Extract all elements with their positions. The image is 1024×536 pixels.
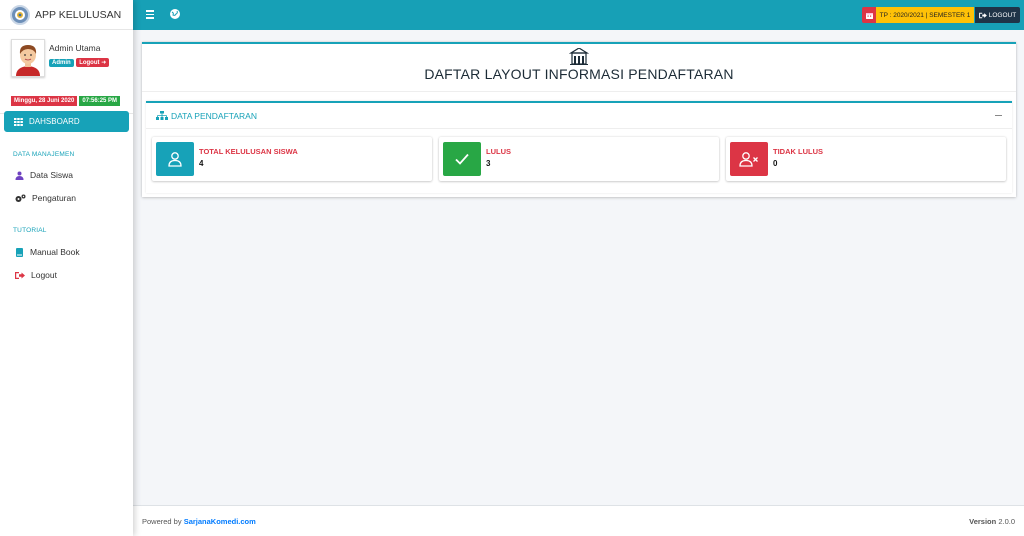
info-box-tidak-lulus-value: 0 (773, 159, 778, 168)
date-badge: Minggu, 28 Juni 2020 (11, 96, 78, 106)
sidebar-item-manual-book-label: Manual Book (30, 247, 80, 257)
school-icon (569, 48, 589, 65)
logout-button-label: LOGOUT (988, 11, 1017, 19)
version-label: Version (969, 516, 997, 526)
footer: Powered by SarjanaKomedi.com Version 2.0… (133, 505, 1024, 536)
version-value: 2.0.0 (998, 516, 1015, 526)
globe-icon[interactable] (170, 9, 180, 19)
logout-badge-label: Logout (79, 60, 100, 66)
datetime: Minggu, 28 Juni 2020 07:56:25 PM (11, 96, 121, 106)
top-navbar: TP : 2020/2021 | SEMESTER 1 LOGOUT (133, 0, 1024, 30)
sidebar-item-manual-book[interactable]: Manual Book (15, 247, 80, 257)
info-box-tidak-lulus-label: TIDAK LULUS (773, 147, 823, 156)
powered-by-link[interactable]: SarjanaKomedi.com (184, 517, 256, 526)
user-name: Admin Utama (49, 43, 101, 53)
info-box-tidak-lulus: TIDAK LULUS 0 (726, 137, 1006, 181)
page-title: DAFTAR LAYOUT INFORMASI PENDAFTARAN (424, 66, 734, 82)
info-box-total-label: TOTAL KELULUSAN SISWA (199, 147, 298, 156)
calendar-icon (862, 7, 876, 23)
brand[interactable]: APP KELULUSAN (0, 0, 133, 30)
cogs-icon (15, 194, 26, 202)
sitemap-icon (156, 111, 168, 120)
time-badge: 07:56:25 PM (79, 96, 121, 106)
info-box-lulus: LULUS 3 (439, 137, 719, 181)
nav-header-tutorial: TUTORIAL (13, 227, 47, 234)
info-box-lulus-value: 3 (486, 159, 491, 168)
sidebar-item-dashboard[interactable]: DAHSBOARD (4, 111, 129, 132)
nav-header-data-manajemen: DATA MANAJEMEN (13, 151, 75, 158)
powered-by: Powered by SarjanaKomedi.com (142, 517, 256, 526)
sidebar-item-pengaturan[interactable]: Pengaturan (15, 193, 76, 203)
sidebar-item-dashboard-label: DAHSBOARD (29, 117, 80, 126)
powered-by-prefix: Powered by (142, 516, 182, 526)
hamburger-menu-icon[interactable] (146, 10, 154, 19)
sign-out-icon (15, 271, 25, 279)
role-badge: Admin (49, 59, 74, 67)
info-box-total-value: 4 (199, 159, 204, 168)
sidebar-item-data-siswa[interactable]: Data Siswa (15, 170, 73, 180)
sidebar-item-logout[interactable]: Logout (15, 270, 57, 280)
data-pendaftaran-panel: DATA PENDAFTARAN TOTAL KELULUSAN SISWA 4… (146, 101, 1012, 193)
sign-out-icon (978, 12, 987, 18)
version-info: Version 2.0.0 (969, 517, 1015, 526)
info-box-total: TOTAL KELULUSAN SISWA 4 (152, 137, 432, 181)
school-logo-icon (10, 4, 30, 25)
info-box-lulus-label: LULUS (486, 147, 511, 156)
panel-title: DATA PENDAFTARAN (171, 110, 257, 121)
user-icon (156, 142, 194, 176)
user-times-icon (730, 142, 768, 176)
sidebar-item-data-siswa-label: Data Siswa (30, 170, 73, 180)
logout-button[interactable]: LOGOUT (975, 7, 1020, 23)
sidebar: APP KELULUSAN Admin Utama Admin Logout ➜… (0, 0, 133, 536)
sidebar-item-pengaturan-label: Pengaturan (32, 193, 76, 203)
users-icon (15, 171, 24, 180)
check-icon (443, 142, 481, 176)
logout-badge[interactable]: Logout ➜ (76, 58, 110, 67)
grid-icon (14, 117, 23, 126)
book-icon (16, 247, 23, 257)
panel-header: DATA PENDAFTARAN (146, 103, 1012, 129)
sign-out-icon: ➜ (101, 60, 107, 66)
collapse-icon[interactable] (995, 115, 1002, 116)
main-card: DAFTAR LAYOUT INFORMASI PENDAFTARAN DATA… (142, 42, 1016, 197)
sidebar-item-logout-label: Logout (31, 270, 57, 280)
academic-period-badge: TP : 2020/2021 | SEMESTER 1 (876, 7, 974, 23)
avatar (11, 39, 45, 77)
brand-text: APP KELULUSAN (35, 8, 122, 21)
